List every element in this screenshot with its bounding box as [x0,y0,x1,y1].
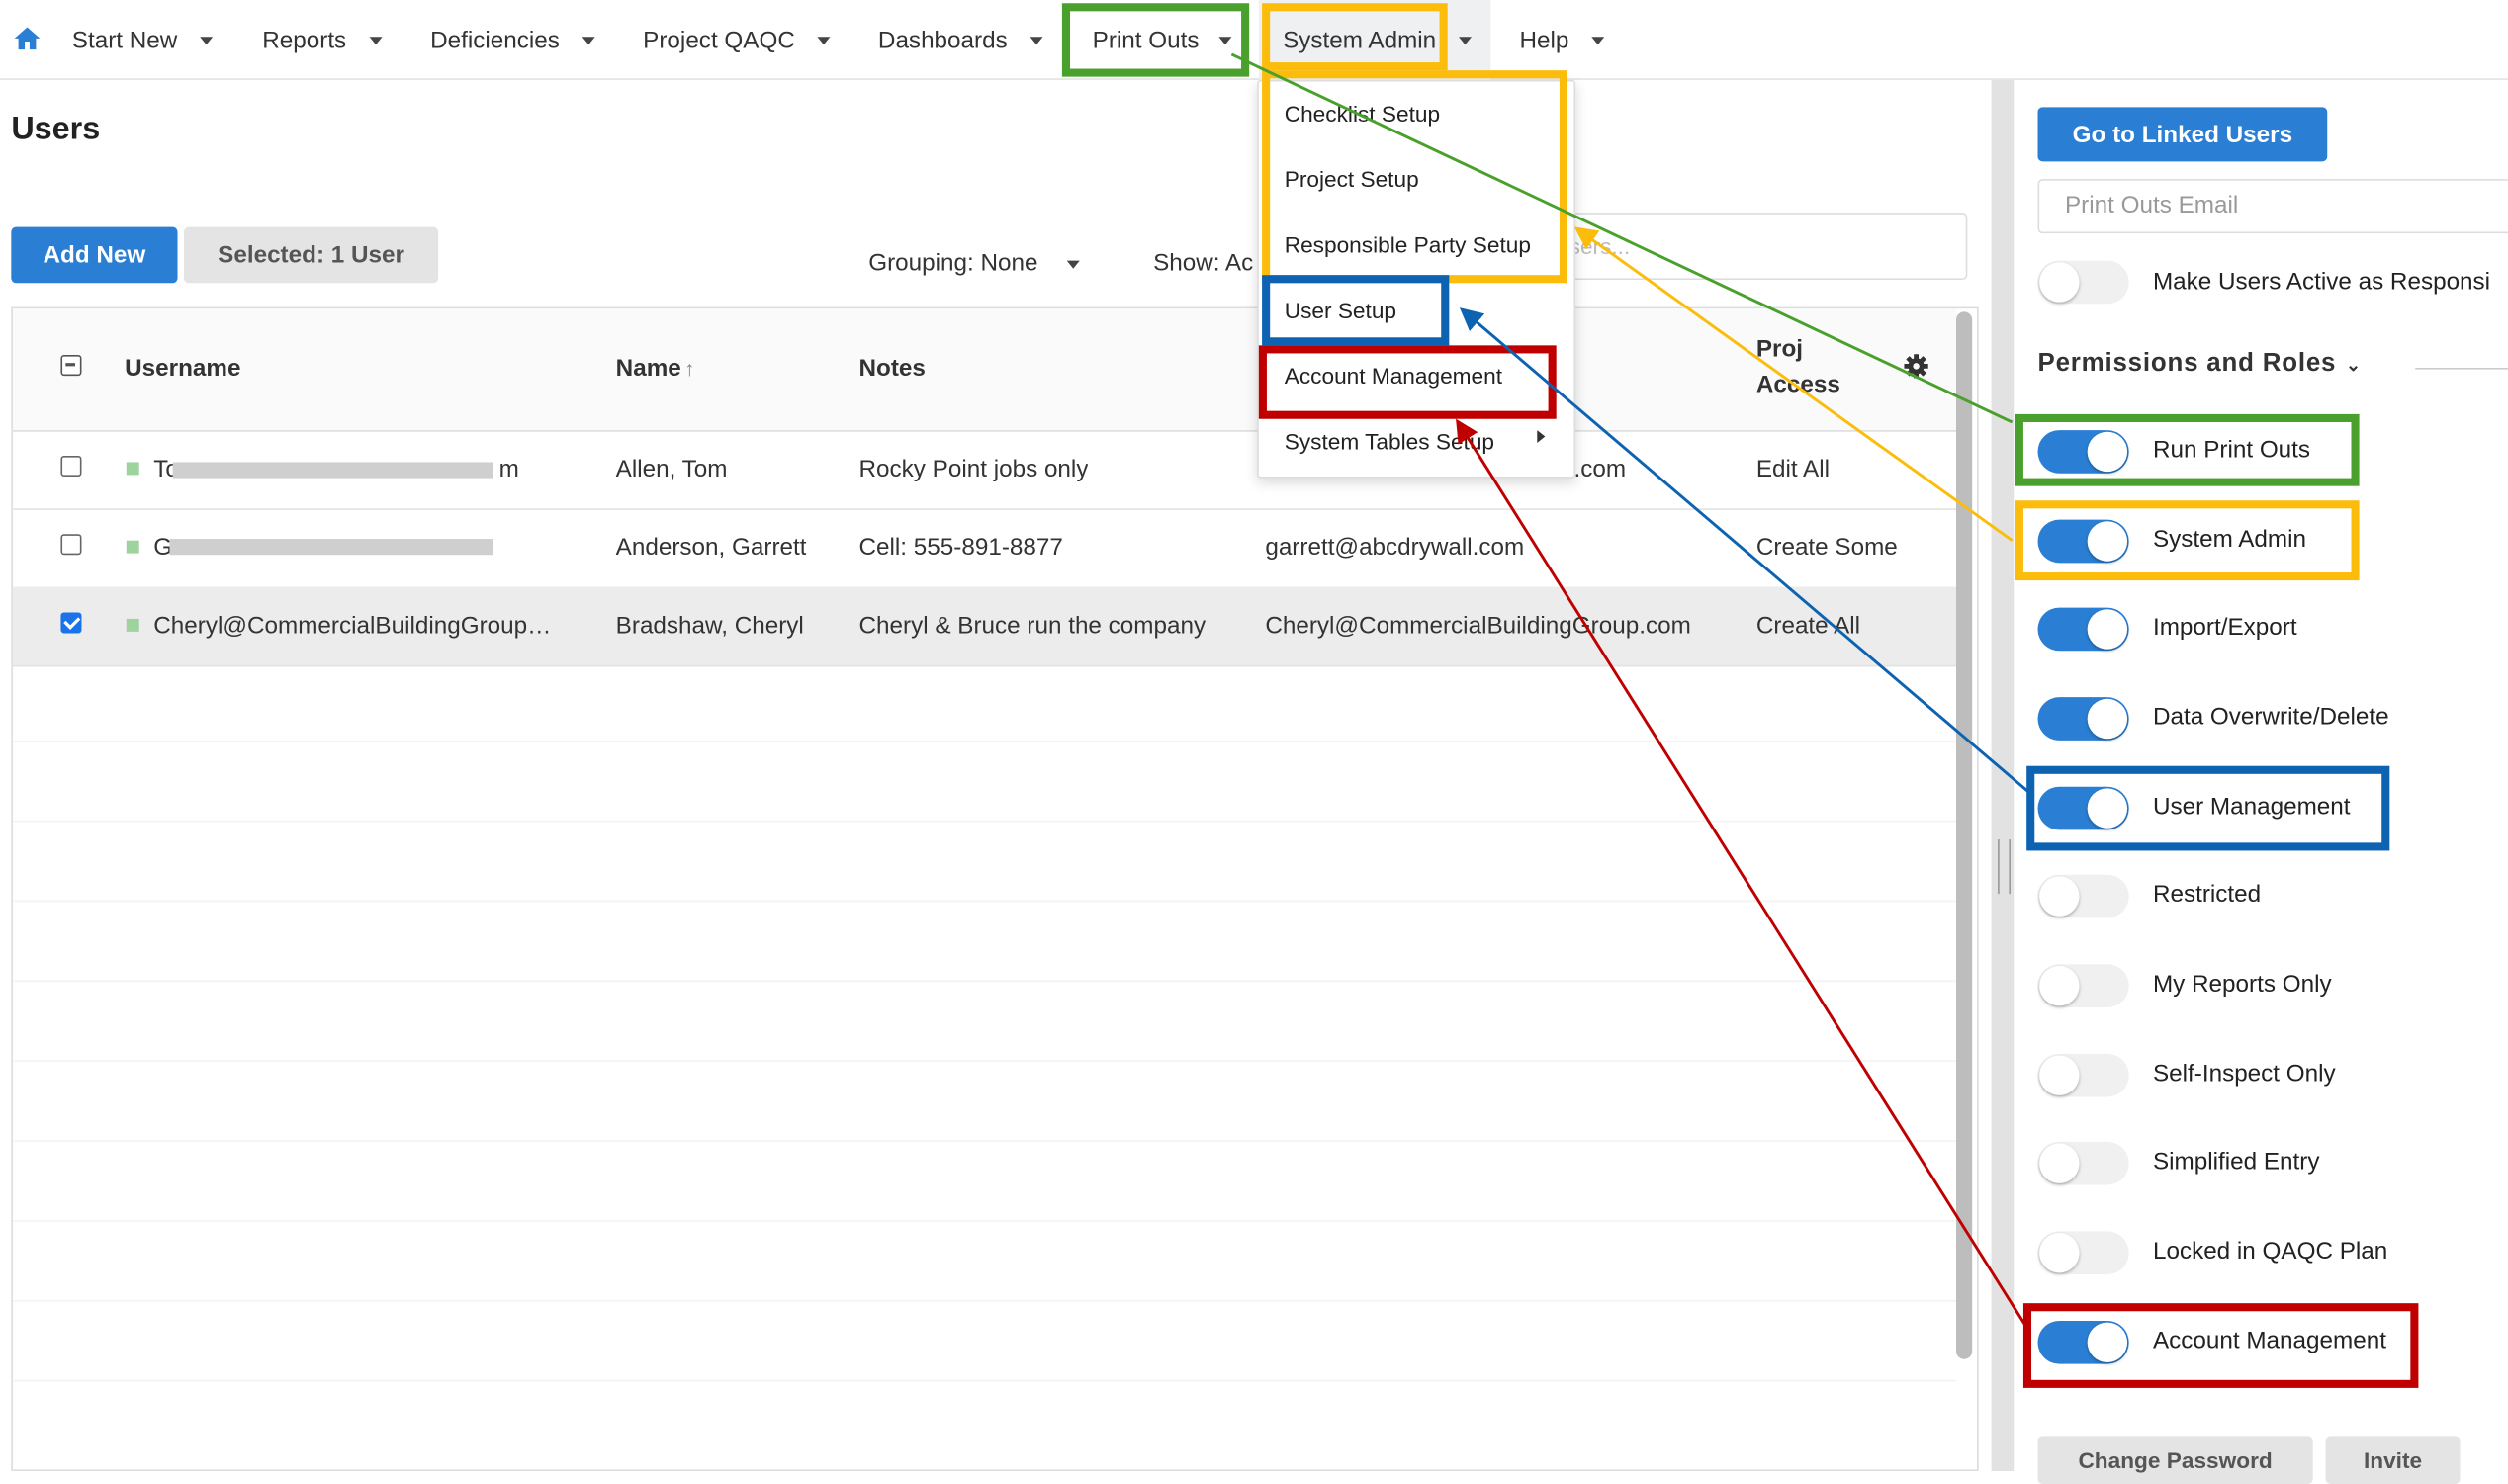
annotation-arrows [0,0,2508,1471]
arrow-red [1462,428,2026,1327]
arrow-blue [1469,315,2028,792]
arrow-green [1231,54,2012,422]
arrow-yellow [1583,233,2012,541]
